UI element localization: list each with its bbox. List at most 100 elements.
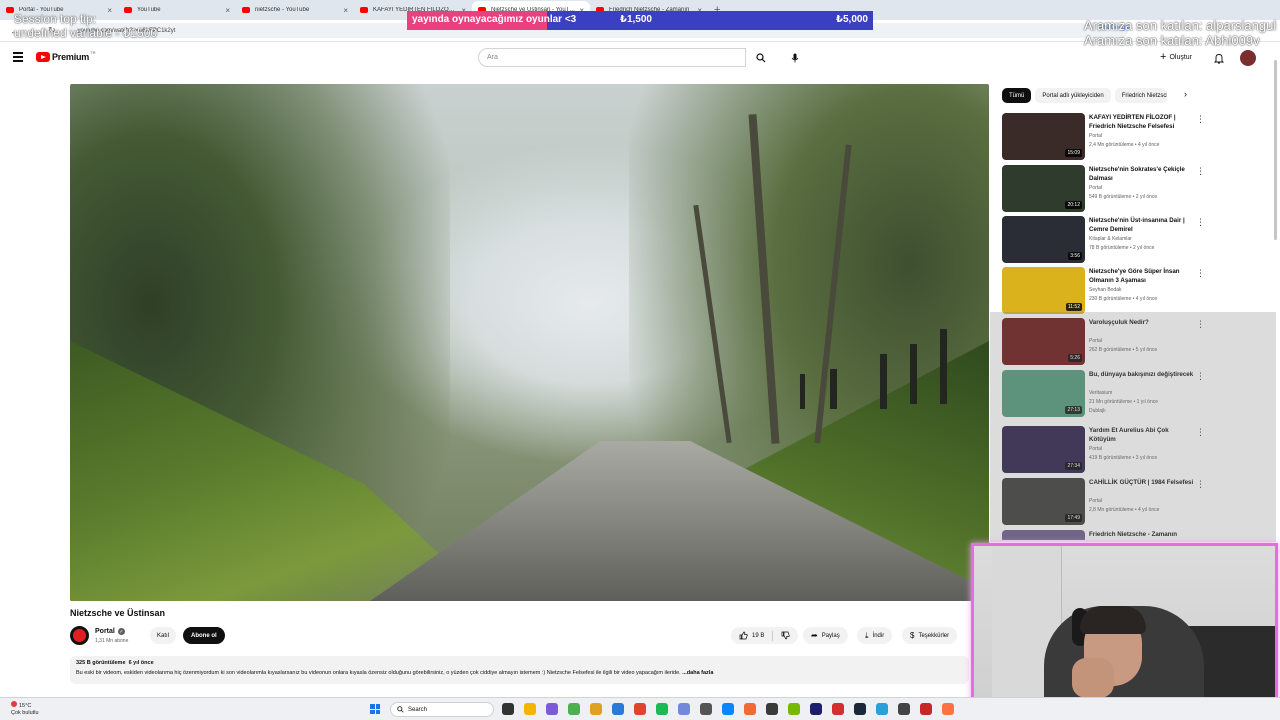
search-icon — [397, 706, 404, 713]
plus-icon: + — [1160, 51, 1167, 63]
video-thumbnail[interactable]: 20:12 — [1002, 165, 1085, 212]
task-view-icon[interactable] — [502, 703, 514, 715]
video-title: Nietzsche ve Üstinsan — [70, 608, 166, 618]
goal-text: yayında oynayacağımız oyunlar <3 — [412, 14, 577, 25]
weather-icon — [11, 701, 17, 707]
channel-name[interactable]: Portal ✓ — [95, 628, 125, 635]
video-thumbnail[interactable]: 15:09 — [1002, 113, 1085, 160]
obs-icon[interactable] — [810, 703, 822, 715]
webcam-hand — [1072, 658, 1114, 698]
teams-icon[interactable] — [546, 703, 558, 715]
recommendation-meta: 2,4 Mn görüntüleme • 4 yıl önce — [1089, 142, 1160, 148]
recommendation-channel[interactable]: Portal — [1089, 133, 1102, 139]
app-icon[interactable] — [766, 703, 778, 715]
vscode-icon[interactable] — [722, 703, 734, 715]
thumbs-down-icon[interactable] — [781, 631, 790, 640]
duration-badge: 20:12 — [1065, 201, 1082, 209]
app-icon[interactable] — [876, 703, 888, 715]
thumbs-up-icon[interactable] — [739, 631, 748, 640]
recommendation-item[interactable]: 11:52 Nietzsche'ye Göre Süper İnsan Olman… — [1002, 267, 1205, 315]
like-count[interactable]: 19 B — [752, 633, 764, 639]
show-more-link[interactable]: ...daha fazla — [682, 670, 713, 676]
video-thumbnail[interactable]: 3:56 — [1002, 216, 1085, 263]
more-options-icon[interactable]: ⋮ — [1196, 114, 1205, 125]
more-options-icon[interactable]: ⋮ — [1196, 268, 1205, 279]
recommendation-channel[interactable]: Portal — [1089, 185, 1102, 191]
recommendation-channel[interactable]: Kitaplar & Kelamlar — [1089, 236, 1132, 242]
account-avatar[interactable] — [1240, 50, 1256, 66]
chevron-right-icon[interactable]: › — [1184, 89, 1187, 99]
edge-icon[interactable] — [612, 703, 624, 715]
recommendation-item[interactable]: 15:09 KAFAYI YEDİRTEN FİLOZOF | Friedrich… — [1002, 113, 1205, 161]
recommendation-title[interactable]: Nietzsche'ye Göre Süper İnsan Olmanın 3 … — [1089, 267, 1194, 286]
video-thumbnail[interactable]: 11:52 — [1002, 267, 1085, 314]
description-text: Bu eski bir videom, eskiden videolarıma … — [76, 670, 714, 676]
create-button[interactable]: + Oluştur — [1160, 51, 1192, 63]
recommendation-meta: 549 B görüntüleme • 2 yıl önce — [1089, 194, 1158, 200]
recommendation-title[interactable]: KAFAYI YEDİRTEN FİLOZOF | Friedrich Niet… — [1089, 113, 1194, 132]
menu-icon[interactable] — [13, 52, 23, 62]
subscriber-count: 1,31 Mn abone — [95, 638, 129, 644]
browser-tab[interactable]: nietzsche - YouTube × — [236, 1, 354, 19]
search-input[interactable]: Ara — [478, 48, 746, 67]
app-icon[interactable] — [898, 703, 910, 715]
youtube-favicon-icon — [242, 7, 250, 13]
video-stats: 325 B görüntüleme 6 yıl önce — [76, 660, 154, 666]
video-frame-fence-post — [800, 374, 805, 409]
description-box[interactable]: 325 B görüntüleme 6 yıl önce Bu eski bir… — [70, 656, 969, 684]
download-button[interactable]: ⤓ İndir — [857, 627, 893, 644]
stream-tip-overlay: Session top tip: undefined variable - ₺1… — [14, 12, 158, 40]
scrollbar[interactable] — [1274, 60, 1277, 240]
brave-icon[interactable] — [634, 703, 646, 715]
steam-icon[interactable] — [854, 703, 866, 715]
youtube-logo[interactable]: Premium TR — [36, 50, 95, 62]
thanks-button[interactable]: $ Teşekkürler — [902, 627, 958, 644]
video-player[interactable] — [70, 84, 989, 601]
close-tab-icon[interactable]: × — [225, 6, 230, 15]
app-icon[interactable] — [744, 703, 756, 715]
share-button[interactable]: ➦ Paylaş — [803, 627, 848, 644]
youtube-favicon-icon — [6, 7, 14, 13]
like-dislike-group: 19 B — [731, 627, 799, 644]
recommendation-item[interactable]: 3:56 Nietzsche'nin Üst-insanına Dair | Ce… — [1002, 216, 1205, 264]
chrome-icon[interactable] — [568, 703, 580, 715]
channel-avatar[interactable] — [70, 626, 89, 645]
join-button[interactable]: Katıl — [150, 627, 177, 644]
recommendation-meta: 230 B görüntüleme • 4 yıl önce — [1089, 296, 1158, 302]
file-explorer-icon[interactable] — [524, 703, 536, 715]
dim-overlay — [990, 312, 1276, 542]
chip-all[interactable]: Tümü — [1002, 88, 1032, 103]
search-button[interactable] — [746, 48, 776, 67]
goal-current: ₺1,500 — [620, 14, 652, 25]
app-icon[interactable] — [942, 703, 954, 715]
taskbar-search[interactable]: Search — [390, 702, 494, 717]
close-tab-icon[interactable]: × — [343, 6, 348, 15]
video-frame-fence-post — [910, 344, 917, 404]
voice-search-button[interactable] — [786, 49, 803, 66]
recommendation-channel[interactable]: Seyhan Bodak — [1089, 287, 1122, 293]
filter-chips: Tümü Portal adlı yükleyiciden Friedrich … — [1002, 88, 1167, 103]
subscribe-button[interactable]: Abone ol — [183, 627, 225, 644]
spotify-icon[interactable] — [656, 703, 668, 715]
nvidia-icon[interactable] — [788, 703, 800, 715]
weather-widget[interactable]: 15°C Çok bulutlu — [11, 701, 39, 717]
app-icon[interactable] — [700, 703, 712, 715]
chip-from-uploader[interactable]: Portal adlı yükleyiciden — [1035, 88, 1111, 103]
recommendation-title[interactable]: Nietzsche'nin Üst-insanına Dair | Cemre … — [1089, 216, 1194, 235]
folder-icon[interactable] — [590, 703, 602, 715]
discord-icon[interactable] — [678, 703, 690, 715]
microphone-icon — [791, 53, 798, 62]
chip-nietzsche[interactable]: Friedrich Nietzsche — [1114, 88, 1167, 103]
app-icon[interactable] — [832, 703, 844, 715]
app-icon[interactable] — [920, 703, 932, 715]
more-options-icon[interactable]: ⋮ — [1196, 217, 1205, 228]
notifications-button[interactable] — [1213, 51, 1225, 69]
video-frame-fence-post — [880, 354, 887, 409]
more-options-icon[interactable]: ⋮ — [1196, 166, 1205, 177]
recommendation-title[interactable]: Nietzsche'nin Sokrates'e Çekiçle Dalması — [1089, 165, 1194, 184]
stream-latest-member-overlay: Aramıza son katılan: alparslangul Aramız… — [1084, 18, 1277, 49]
webcam-overlay — [971, 543, 1278, 715]
recommendation-meta: 78 B görüntüleme • 2 yıl önce — [1089, 245, 1155, 251]
recommendation-item[interactable]: 20:12 Nietzsche'nin Sokrates'e Çekiçle Da… — [1002, 165, 1205, 213]
start-button-icon[interactable] — [370, 704, 380, 714]
